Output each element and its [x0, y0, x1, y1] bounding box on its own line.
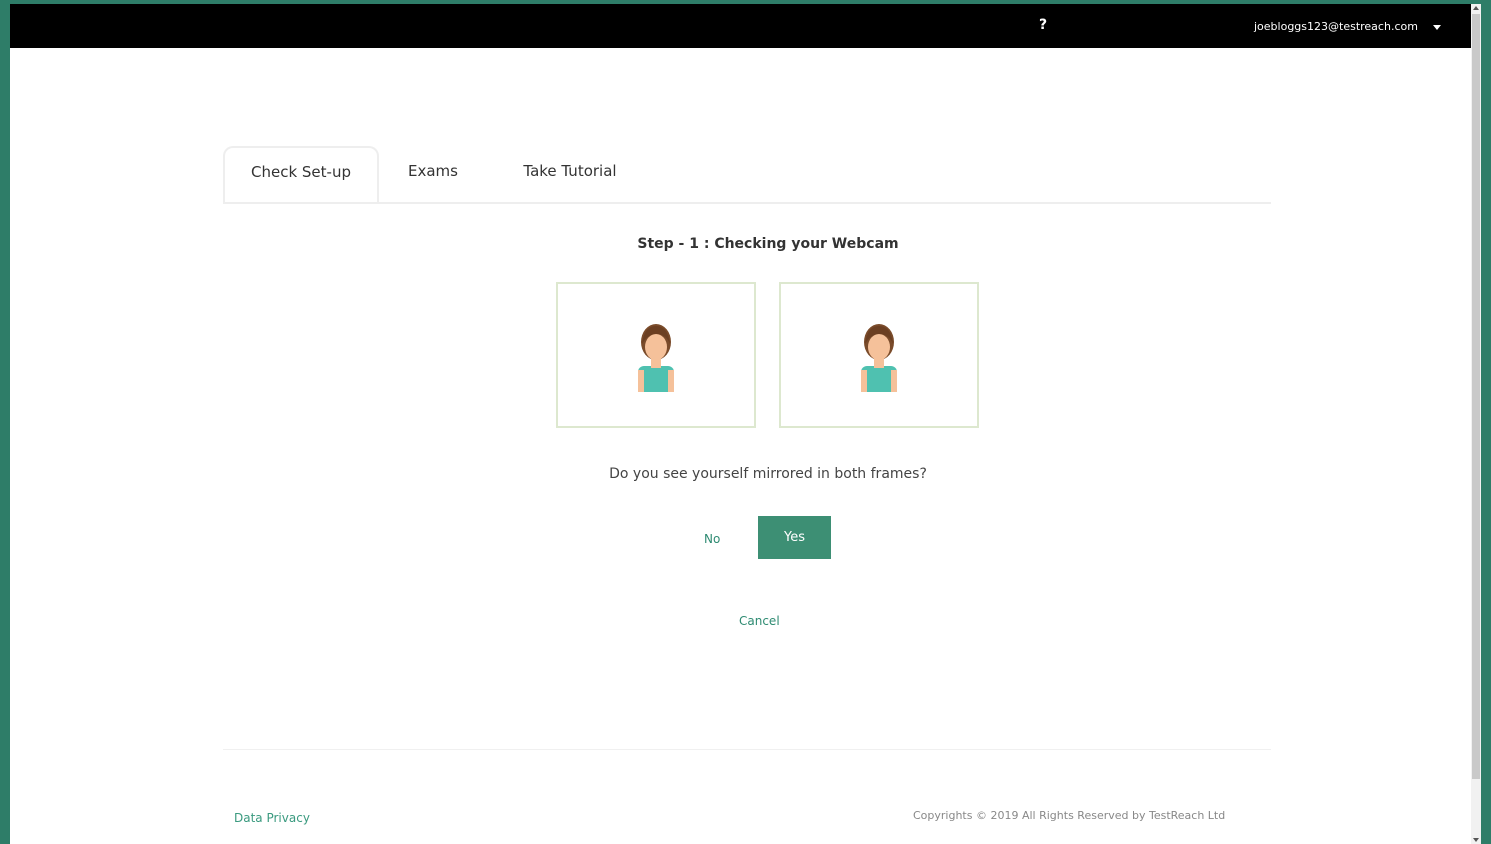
tab-bar: Check Set-up Exams Take Tutorial: [223, 146, 1271, 204]
webcam-frame-right: [779, 282, 979, 428]
user-menu[interactable]: joebloggs123@testreach.com: [1254, 20, 1442, 33]
data-privacy-link[interactable]: Data Privacy: [234, 811, 310, 825]
person-avatar-icon: [638, 324, 674, 392]
no-button[interactable]: No: [704, 532, 720, 546]
step-title: Step - 1 : Checking your Webcam: [637, 236, 899, 252]
top-bar: ? joebloggs123@testreach.com: [10, 4, 1481, 48]
scrollbar-thumb[interactable]: [1472, 14, 1480, 779]
user-email: joebloggs123@testreach.com: [1254, 20, 1418, 33]
webcam-frame-left: [556, 282, 756, 428]
yes-button[interactable]: Yes: [758, 516, 831, 559]
person-avatar-icon: [861, 324, 897, 392]
vertical-scrollbar[interactable]: [1471, 4, 1481, 844]
help-icon[interactable]: ?: [1039, 17, 1047, 33]
tab-exams[interactable]: Exams: [403, 146, 463, 202]
scroll-up-arrow-icon[interactable]: [1473, 6, 1479, 10]
scroll-down-arrow-icon[interactable]: [1473, 838, 1479, 842]
mirror-question: Do you see yourself mirrored in both fra…: [609, 466, 927, 482]
caret-down-icon: [1433, 24, 1442, 30]
tab-check-setup[interactable]: Check Set-up: [223, 146, 379, 202]
footer-divider: [223, 749, 1271, 750]
tab-take-tutorial[interactable]: Take Tutorial: [515, 146, 625, 202]
app-window: ? joebloggs123@testreach.com Check Set-u…: [10, 4, 1481, 844]
cancel-link[interactable]: Cancel: [739, 614, 780, 628]
copyright-text: Copyrights © 2019 All Rights Reserved by…: [913, 809, 1226, 822]
